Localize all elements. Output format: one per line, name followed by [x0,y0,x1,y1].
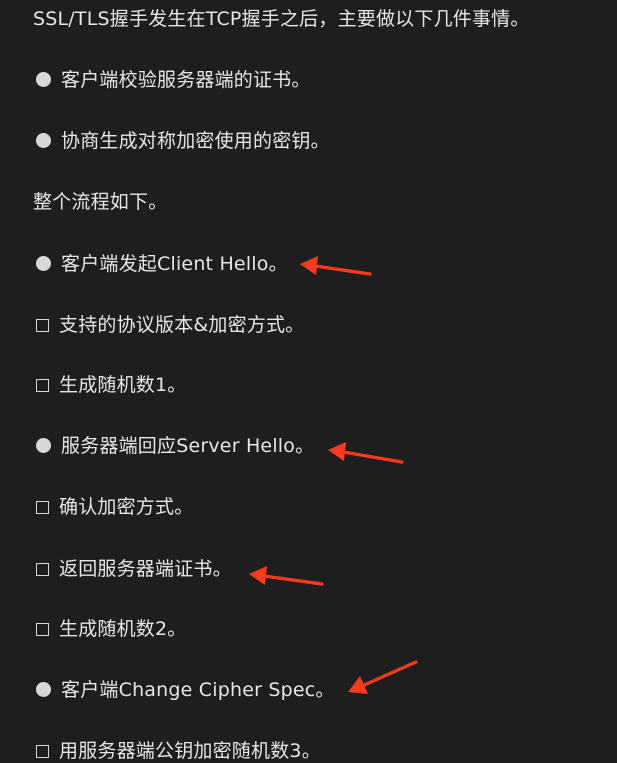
bullet-icon [36,256,51,271]
step-item: 客户端发起Client Hello。 [33,249,288,279]
task-text: 客户端校验服务器端的证书。 [61,69,311,91]
checkbox-icon [36,623,49,636]
sub-step-item: 支持的协议版本&加密方式。 [33,310,304,340]
task-text: 协商生成对称加密使用的密钥。 [61,130,330,152]
sub-step-item: 用服务器端公钥加密随机数3。 [33,736,321,763]
step-item: 客户端Change Cipher Spec。 [33,675,335,705]
step-text: 客户端Change Cipher Spec。 [61,679,335,701]
arrow-icon [328,442,404,464]
checkbox-icon [36,563,49,576]
task-item: 客户端校验服务器端的证书。 [33,65,311,95]
task-item: 协商生成对称加密使用的密钥。 [33,126,330,156]
bullet-icon [36,133,51,148]
checkbox-icon [36,379,49,392]
step-item: 服务器端回应Server Hello。 [33,431,314,461]
sub-step-item: 返回服务器端证书。 [33,554,232,584]
sub-step-item: 生成随机数2。 [33,614,187,644]
sub-step-text: 支持的协议版本&加密方式。 [59,314,305,336]
sub-step-item: 确认加密方式。 [33,492,193,522]
step-text: 服务器端回应Server Hello。 [61,435,315,457]
document-page: SSL/TLS握手发生在TCP握手之后，主要做以下几件事情。 客户端校验服务器端… [0,0,617,763]
arrow-icon [300,256,372,276]
intro-paragraph: SSL/TLS握手发生在TCP握手之后，主要做以下几件事情。 [33,4,530,34]
arrow-icon [348,660,418,694]
step-text: 客户端发起Client Hello。 [61,253,288,275]
bullet-icon [36,682,51,697]
bullet-icon [36,72,51,87]
checkbox-icon [36,319,49,332]
sub-step-text: 生成随机数2。 [59,618,187,640]
flow-intro-text: 整个流程如下。 [33,191,168,213]
sub-step-text: 返回服务器端证书。 [59,558,232,580]
sub-step-text: 用服务器端公钥加密随机数3。 [59,740,321,762]
sub-step-text: 确认加密方式。 [59,496,194,518]
checkbox-icon [36,745,49,758]
checkbox-icon [36,501,49,514]
sub-step-text: 生成随机数1。 [59,374,187,396]
flow-intro-paragraph: 整个流程如下。 [33,187,167,217]
arrow-icon [249,566,324,586]
bullet-icon [36,438,51,453]
intro-text: SSL/TLS握手发生在TCP握手之后，主要做以下几件事情。 [33,8,530,30]
sub-step-item: 生成随机数1。 [33,370,187,400]
